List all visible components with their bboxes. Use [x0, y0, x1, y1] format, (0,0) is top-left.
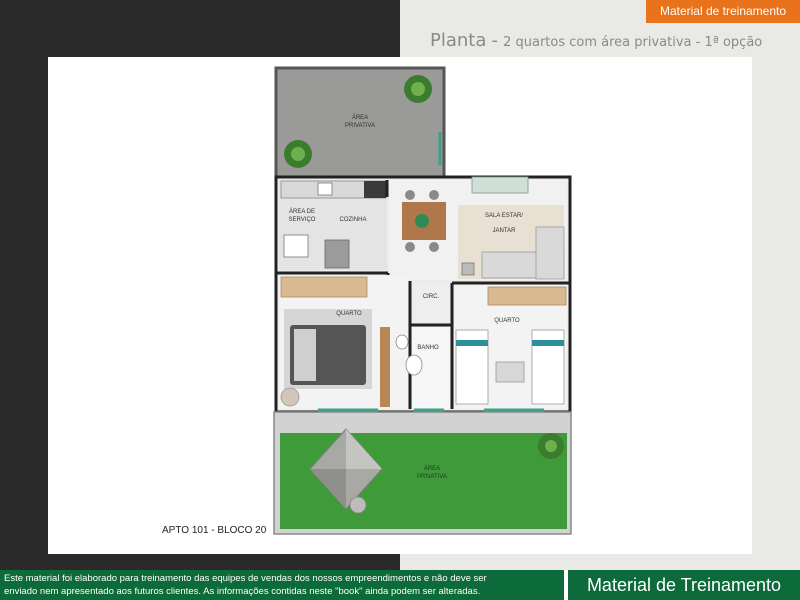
title-separator: - — [491, 30, 498, 51]
fridge-icon — [324, 239, 350, 269]
chair-icon — [405, 242, 415, 252]
training-badge: Material de treinamento — [646, 0, 800, 23]
chair-icon — [429, 190, 439, 200]
floor-plan-panel: ÁREA PRIVATIVA ÁREA DE SERVIÇO COZINHA S… — [48, 57, 752, 554]
sink-icon — [317, 182, 333, 196]
room-label: ÁREA DE — [289, 208, 315, 215]
nightstand-icon — [280, 387, 300, 407]
room-label: PRIVATIVA — [417, 474, 447, 480]
room-label: SALA ESTAR/ — [485, 213, 523, 219]
side-table-icon — [461, 262, 475, 276]
bed-blanket — [532, 340, 564, 346]
tv-stand — [471, 176, 529, 194]
plant-icon — [404, 75, 432, 103]
chair-icon — [405, 190, 415, 200]
bed-blanket — [456, 340, 488, 346]
title-main: Planta — [430, 30, 487, 51]
plant-icon — [415, 214, 429, 228]
wardrobe-icon — [487, 286, 567, 306]
pillow-icon — [294, 329, 316, 381]
sofa-side-icon — [535, 226, 565, 280]
stool-icon — [349, 496, 367, 514]
desk-icon — [495, 361, 525, 383]
footer-notice: Este material foi elaborado para treinam… — [0, 570, 564, 600]
apartment-label: APTO 101 - BLOCO 20 — [162, 525, 267, 536]
footer-brand-label: Material de Treinamento — [568, 570, 800, 600]
room-label: QUARTO — [336, 311, 362, 317]
room-label: QUARTO — [494, 318, 520, 324]
washing-machine-icon — [283, 234, 309, 258]
sink-icon — [395, 334, 409, 350]
room-label: SERVIÇO — [289, 217, 316, 223]
room-label: ÁREA — [352, 114, 368, 121]
stove-icon — [364, 181, 386, 198]
room-label: BANHO — [417, 345, 439, 351]
room-label: JANTAR — [493, 228, 517, 234]
floor-plan-drawing: ÁREA PRIVATIVA ÁREA DE SERVIÇO COZINHA S… — [273, 66, 572, 535]
room-label: PRIVATIVA — [345, 123, 375, 129]
desk-icon — [380, 327, 390, 407]
room-label: CIRC. — [423, 294, 440, 300]
plant-icon — [538, 433, 564, 459]
room-label: ÁREA — [424, 465, 440, 472]
toilet-icon — [405, 354, 423, 376]
wardrobe-icon — [280, 276, 368, 298]
plant-icon — [284, 140, 312, 168]
page-title: Planta - 2 quartos com área privativa - … — [430, 30, 762, 51]
room-label: COZINHA — [340, 217, 367, 223]
circulation-floor — [412, 283, 450, 323]
title-subtitle: 2 quartos com área privativa - 1ª opção — [503, 35, 763, 50]
footer-notice-line: enviado nem apresentado aos futuros clie… — [4, 586, 481, 597]
chair-icon — [429, 242, 439, 252]
footer-notice-line: Este material foi elaborado para treinam… — [4, 573, 487, 584]
